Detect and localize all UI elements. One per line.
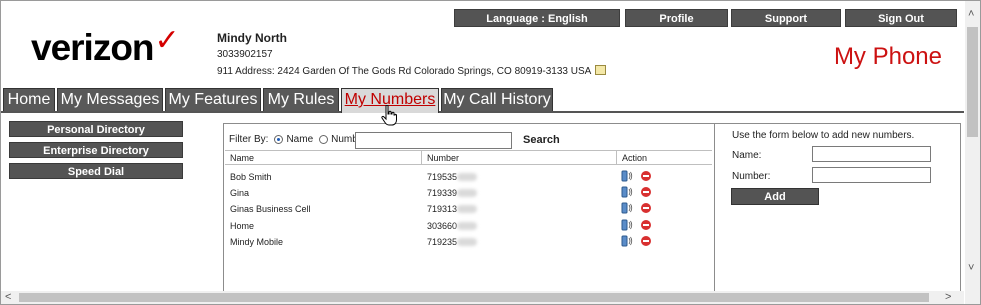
sign-out-button[interactable]: Sign Out xyxy=(845,9,957,27)
verizon-logo: verizon✓ xyxy=(31,24,180,69)
table-header: Name Number Action xyxy=(225,150,712,165)
redacted-digits xyxy=(457,173,478,181)
delete-icon[interactable] xyxy=(641,171,651,181)
call-phone-icon[interactable] xyxy=(621,219,633,231)
filter-label: Filter By: xyxy=(229,134,269,145)
vertical-scrollbar[interactable]: ˄ ˅ xyxy=(965,1,980,291)
delete-icon[interactable] xyxy=(641,203,651,213)
contact-number: 719535 xyxy=(427,172,478,182)
table-row: Bob Smith 719535 xyxy=(225,169,712,185)
scrollbar-corner xyxy=(965,291,980,304)
column-header-name: Name xyxy=(230,153,255,163)
horizontal-scrollbar[interactable]: ˂ ˃ xyxy=(1,291,964,304)
table-row: Home 303660 xyxy=(225,218,712,234)
column-header-action: Action xyxy=(622,153,648,163)
column-header-number: Number xyxy=(427,153,460,163)
scroll-up-icon[interactable]: ˄ xyxy=(968,9,974,20)
redacted-digits xyxy=(457,238,478,246)
delete-icon[interactable] xyxy=(641,236,651,246)
table-row: Ginas Business Cell 719313 xyxy=(225,201,712,217)
column-divider xyxy=(421,150,422,165)
name-label: Name: xyxy=(732,150,762,161)
contact-number: 303660 xyxy=(427,221,478,231)
call-phone-icon[interactable] xyxy=(621,186,633,198)
filter-name-radio[interactable] xyxy=(274,135,284,144)
contact-number-text: 719235 xyxy=(427,237,458,247)
delete-icon[interactable] xyxy=(641,220,651,230)
tab-home[interactable]: Home xyxy=(3,88,55,112)
address-text: 911 Address: 2424 Garden Of The Gods Rd … xyxy=(217,66,592,77)
vertical-scroll-thumb[interactable] xyxy=(967,27,978,137)
number-label: Number: xyxy=(732,171,771,182)
enterprise-directory-button[interactable]: Enterprise Directory xyxy=(9,142,183,158)
search-input[interactable] xyxy=(355,132,512,149)
horizontal-scroll-thumb[interactable] xyxy=(19,293,929,302)
filter-bar: Filter By: Name Number xyxy=(229,134,367,145)
call-phone-icon[interactable] xyxy=(621,170,633,182)
hand-cursor-icon xyxy=(381,105,397,126)
tab-my-call-history[interactable]: My Call History xyxy=(441,88,553,112)
scroll-left-icon[interactable]: ˂ xyxy=(5,292,11,303)
contact-number: 719339 xyxy=(427,188,478,198)
contact-number-text: 719339 xyxy=(427,188,458,198)
contact-number: 719235 xyxy=(427,237,478,247)
contact-number-text: 719535 xyxy=(427,172,458,182)
call-phone-icon[interactable] xyxy=(621,202,633,214)
tab-my-rules[interactable]: My Rules xyxy=(263,88,339,112)
call-phone-icon[interactable] xyxy=(621,235,633,247)
support-button[interactable]: Support xyxy=(731,9,841,27)
search-button[interactable]: Search xyxy=(523,134,560,146)
contact-name: Ginas Business Cell xyxy=(230,204,311,214)
logo-checkmark-icon: ✓ xyxy=(154,24,180,57)
redacted-digits xyxy=(457,205,478,213)
scroll-right-icon[interactable]: ˃ xyxy=(945,292,951,303)
contact-number: 719313 xyxy=(427,204,478,214)
page: Language : English Profile Support Sign … xyxy=(1,1,964,291)
page-title: My Phone xyxy=(833,43,942,70)
personal-directory-button[interactable]: Personal Directory xyxy=(9,121,183,137)
name-field[interactable] xyxy=(812,146,931,162)
filter-number-radio[interactable] xyxy=(319,135,329,144)
profile-button[interactable]: Profile xyxy=(625,9,728,27)
tab-my-messages[interactable]: My Messages xyxy=(57,88,163,112)
contact-number-text: 303660 xyxy=(427,221,458,231)
contact-name: Bob Smith xyxy=(230,172,272,182)
scroll-down-icon[interactable]: ˅ xyxy=(968,263,974,274)
account-name: Mindy North xyxy=(217,31,287,45)
contact-name: Gina xyxy=(230,188,250,198)
main-tabs: Home My Messages My Features My Rules My… xyxy=(1,87,964,113)
redacted-digits xyxy=(457,222,478,230)
speed-dial-button[interactable]: Speed Dial xyxy=(9,163,183,179)
filter-name-label: Name xyxy=(286,134,314,145)
panel-divider xyxy=(714,124,715,291)
contact-name: Mindy Mobile xyxy=(230,237,284,247)
table-row: Gina 719339 xyxy=(225,185,712,201)
table-row: Mindy Mobile 719235 xyxy=(225,234,712,250)
contact-name: Home xyxy=(230,221,255,231)
logo-text: verizon xyxy=(31,27,155,68)
contact-number-text: 719313 xyxy=(427,204,458,214)
tab-my-features[interactable]: My Features xyxy=(165,88,261,112)
edit-address-icon[interactable] xyxy=(595,65,607,75)
account-address: 911 Address: 2424 Garden Of The Gods Rd … xyxy=(217,65,607,77)
add-form-hint: Use the form below to add new numbers. xyxy=(732,130,915,141)
delete-icon[interactable] xyxy=(641,187,651,197)
column-divider xyxy=(616,150,617,165)
redacted-digits xyxy=(457,189,478,197)
number-field[interactable] xyxy=(812,167,931,183)
add-button[interactable]: Add xyxy=(731,188,819,205)
account-number: 3033902157 xyxy=(217,49,273,60)
numbers-panel: Filter By: Name Number Search Name Numbe… xyxy=(223,123,961,291)
language-button[interactable]: Language : English xyxy=(454,9,620,27)
